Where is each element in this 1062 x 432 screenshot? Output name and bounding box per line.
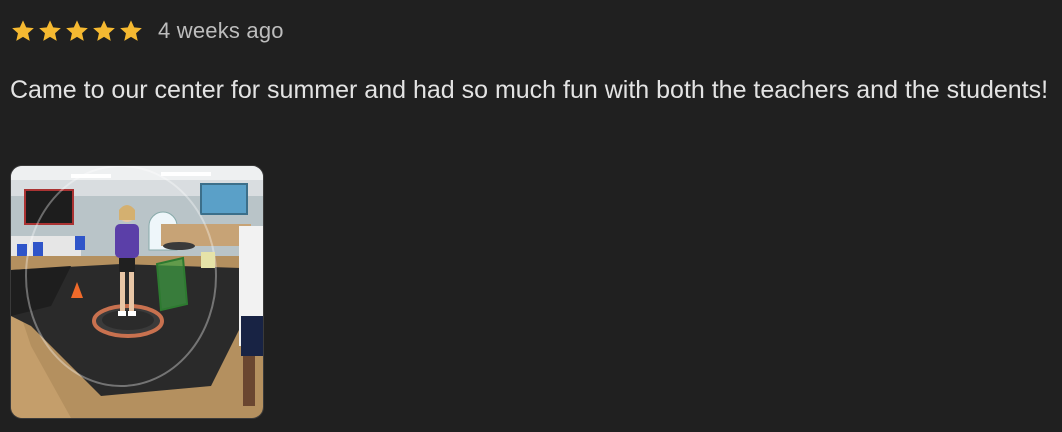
review-photo[interactable] (10, 165, 264, 419)
review-time: 4 weeks ago (158, 18, 284, 43)
classroom-photo-illustration (11, 166, 263, 418)
star-icon (64, 18, 90, 44)
review-card: 4 weeks ago Came to our center for summe… (0, 0, 1062, 432)
person-shirt (115, 224, 139, 258)
star-icon (37, 18, 63, 44)
star-icon (10, 18, 36, 44)
review-text: Came to our center for summer and had so… (10, 76, 1049, 104)
star-icon (118, 18, 144, 44)
bulletin-board (24, 189, 74, 225)
star-icon (91, 18, 117, 44)
window-board (200, 183, 248, 215)
star-rating (10, 18, 144, 44)
review-meta: 4 weeks ago (10, 16, 284, 46)
